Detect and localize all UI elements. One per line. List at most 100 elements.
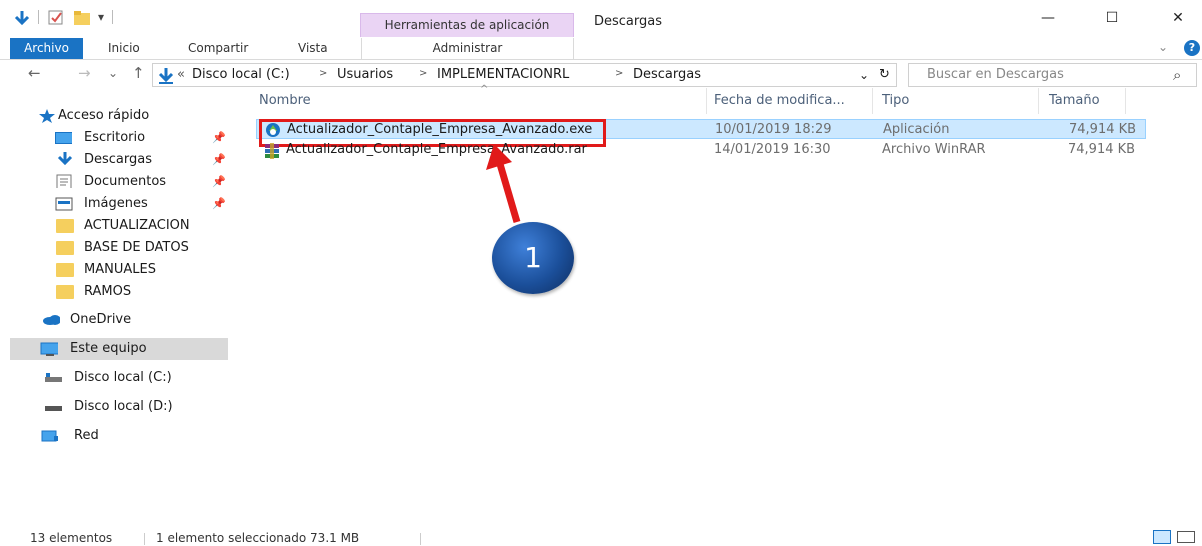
qat-separator: [112, 10, 113, 24]
breadcrumb-usuarios[interactable]: Usuarios: [337, 67, 393, 82]
sidebar-item-onedrive[interactable]: OneDrive: [0, 309, 230, 331]
star-icon: [39, 109, 55, 123]
sidebar-label: Disco local (D:): [74, 399, 173, 414]
navigation-bar: ← → ⌄ ↑ « Disco local (C:) > Usuarios > …: [0, 62, 1202, 88]
address-dropdown-button[interactable]: ⌄: [859, 68, 869, 82]
large-icons-view-icon[interactable]: [1177, 531, 1195, 543]
sidebar-item-este-equipo[interactable]: Este equipo: [10, 338, 228, 360]
search-icon[interactable]: ⌕: [1173, 66, 1181, 84]
navigation-pane: Acceso rápido Escritorio 📌 Descargas 📌 D…: [0, 88, 232, 528]
breadcrumb-separator[interactable]: >: [419, 68, 427, 79]
cloud-icon: [43, 315, 60, 325]
network-icon: [41, 430, 58, 442]
column-header-type[interactable]: Tipo: [882, 93, 909, 108]
drive-d-icon: [45, 406, 62, 411]
sidebar-item-manuales[interactable]: MANUALES: [0, 259, 230, 281]
context-tab-app-tools: Herramientas de aplicación: [360, 13, 574, 37]
folder-icon: [56, 263, 74, 277]
breadcrumb-overflow[interactable]: «: [177, 67, 185, 82]
sidebar-item-quick-access[interactable]: Acceso rápido: [0, 105, 230, 127]
help-icon[interactable]: ?: [1184, 40, 1200, 56]
sidebar-item-base-de-datos[interactable]: BASE DE DATOS: [0, 237, 230, 259]
sidebar-item-actualizacion[interactable]: ACTUALIZACION: [0, 215, 230, 237]
file-date: 10/01/2019 18:29: [715, 122, 832, 137]
properties-icon[interactable]: [12, 8, 32, 28]
tab-archivo[interactable]: Archivo: [10, 38, 83, 59]
tab-compartir[interactable]: Compartir: [180, 38, 256, 59]
folder-icon: [56, 285, 74, 299]
sidebar-label: Descargas: [84, 152, 153, 167]
sidebar-item-red[interactable]: Red: [0, 425, 230, 447]
breadcrumb-descargas[interactable]: Descargas: [633, 67, 701, 82]
sidebar-label: Escritorio: [84, 130, 146, 145]
column-header-size[interactable]: Tamaño: [1049, 93, 1100, 108]
file-type: Aplicación: [883, 122, 950, 137]
search-box[interactable]: Buscar en Descargas ⌕: [908, 63, 1197, 87]
sidebar-item-escritorio[interactable]: Escritorio 📌: [0, 127, 230, 149]
breadcrumb-separator[interactable]: >: [615, 68, 623, 79]
column-header-date[interactable]: Fecha de modifica...: [714, 93, 845, 108]
pictures-icon: [55, 197, 73, 211]
sidebar-label: ACTUALIZACION: [84, 218, 190, 233]
close-button[interactable]: ✕: [1158, 10, 1198, 30]
sidebar-label: Acceso rápido: [58, 108, 150, 123]
tab-inicio[interactable]: Inicio: [100, 38, 148, 59]
maximize-button[interactable]: ☐: [1092, 10, 1132, 30]
computer-icon: [40, 342, 58, 356]
file-row[interactable]: Actualizador_Contaple_Empresa_Avanzado.r…: [256, 140, 1146, 160]
status-item-count: 13 elementos: [30, 531, 113, 545]
download-folder-icon: [158, 68, 174, 84]
folder-icon: [56, 241, 74, 255]
sidebar-item-disco-c[interactable]: Disco local (C:): [0, 367, 230, 389]
sidebar-label: BASE DE DATOS: [84, 240, 189, 255]
recent-locations-button[interactable]: ⌄: [108, 66, 118, 80]
sidebar-label: Red: [74, 428, 99, 443]
pin-icon[interactable]: 📌: [212, 149, 226, 171]
column-divider[interactable]: [706, 88, 707, 114]
sidebar-label: Documentos: [84, 174, 167, 189]
desktop-icon: [55, 132, 72, 144]
refresh-button[interactable]: ↻: [879, 67, 890, 82]
ribbon-expand-icon[interactable]: ⌄: [1158, 40, 1168, 54]
up-button[interactable]: ↑: [132, 64, 145, 82]
title-bar: ▾ Herramientas de aplicación Descargas —…: [0, 0, 1202, 38]
documents-icon: [56, 174, 72, 188]
sidebar-item-descargas[interactable]: Descargas 📌: [0, 149, 230, 171]
pin-icon[interactable]: 📌: [212, 193, 226, 215]
address-bar[interactable]: « Disco local (C:) > Usuarios > IMPLEMEN…: [152, 63, 897, 87]
annotation-badge: 1: [492, 222, 574, 294]
column-divider[interactable]: [872, 88, 873, 114]
status-separator: [144, 533, 145, 545]
forward-button[interactable]: →: [78, 64, 91, 82]
window-title: Descargas: [594, 14, 663, 29]
breadcrumb-separator[interactable]: >: [319, 68, 327, 79]
details-view-icon[interactable]: [1153, 530, 1171, 544]
file-size: 74,914 KB: [1068, 142, 1136, 157]
file-name[interactable]: Actualizador_Contaple_Empresa_Avanzado.r…: [286, 142, 587, 157]
checkbox-icon[interactable]: [46, 8, 66, 28]
back-button[interactable]: ←: [28, 64, 41, 82]
sidebar-item-ramos[interactable]: RAMOS: [0, 281, 230, 303]
sort-indicator-icon: ^: [480, 84, 489, 95]
column-header-name[interactable]: Nombre: [259, 93, 311, 108]
qat-customize-icon[interactable]: ▾: [98, 10, 104, 24]
tab-administrar[interactable]: Administrar: [361, 38, 574, 59]
search-input[interactable]: Buscar en Descargas: [927, 67, 1064, 82]
breadcrumb-user[interactable]: IMPLEMENTACIONRL: [437, 67, 569, 82]
minimize-button[interactable]: —: [1028, 10, 1068, 30]
sidebar-item-documentos[interactable]: Documentos 📌: [0, 171, 230, 193]
column-divider[interactable]: [1125, 88, 1126, 114]
tab-vista[interactable]: Vista: [290, 38, 336, 59]
qat-separator: [38, 10, 39, 24]
pin-icon[interactable]: 📌: [212, 171, 226, 193]
sidebar-item-imagenes[interactable]: Imágenes 📌: [0, 193, 230, 215]
sidebar-label: Imágenes: [84, 196, 148, 211]
status-separator: [420, 533, 421, 545]
column-divider[interactable]: [1038, 88, 1039, 114]
sidebar-label: OneDrive: [70, 312, 132, 327]
breadcrumb-disk-c[interactable]: Disco local (C:): [192, 67, 290, 82]
new-folder-icon[interactable]: [72, 8, 92, 28]
sidebar-item-disco-d[interactable]: Disco local (D:): [0, 396, 230, 418]
pin-icon[interactable]: 📌: [212, 127, 226, 149]
download-icon: [57, 152, 73, 165]
